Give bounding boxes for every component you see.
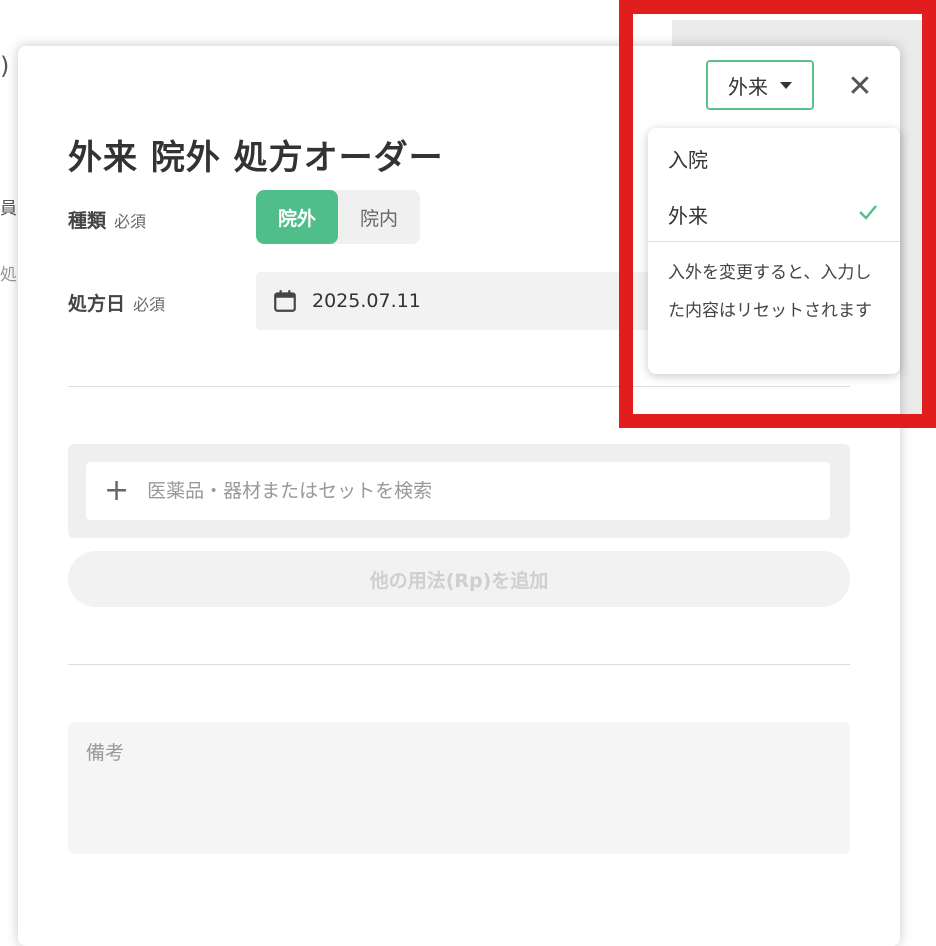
date-label-text: 処方日 <box>68 293 126 315</box>
dropdown-item-inpatient[interactable]: 入院 <box>648 130 900 186</box>
section-divider <box>68 386 850 387</box>
close-button[interactable]: ✕ <box>840 66 880 106</box>
drug-search-box[interactable]: + <box>86 462 830 520</box>
section-divider <box>68 664 850 665</box>
dropdown-item-label: 外来 <box>668 203 708 228</box>
dropdown-item-label: 入院 <box>668 147 708 172</box>
type-segmented-control: 院外 院内 <box>256 190 420 244</box>
background-text-staff: 員 <box>0 199 17 219</box>
calendar-icon <box>274 290 296 312</box>
prescription-date-field[interactable]: 2025.07.11 <box>256 272 666 330</box>
background-text-rx: 処 <box>0 265 17 285</box>
admission-mode-select[interactable]: 外来 <box>706 60 814 110</box>
memo-field[interactable] <box>68 722 850 854</box>
type-option-inside[interactable]: 院内 <box>338 190 420 244</box>
close-icon: ✕ <box>847 68 873 104</box>
type-option-outside[interactable]: 院外 <box>256 190 338 244</box>
type-label-text: 種類 <box>68 210 107 232</box>
type-label: 種類 必須 <box>68 206 146 233</box>
type-required-badge: 必須 <box>114 212 147 231</box>
dropdown-divider <box>648 241 900 242</box>
dropdown-reset-note: 入外を変更すると、入力した内容はリセットされます <box>668 263 872 321</box>
date-value: 2025.07.11 <box>312 290 421 312</box>
page-title: 外来 院外 処方オーダー <box>68 138 444 178</box>
mode-select-value: 外来 <box>728 74 768 99</box>
drug-search-section: + <box>68 444 850 538</box>
admission-mode-dropdown: 入院 外来 入外を変更すると、入力した内容はリセットされます <box>648 128 900 374</box>
background-paren: ) <box>0 52 10 80</box>
add-rp-button[interactable]: 他の用法(Rp)を追加 <box>68 551 850 607</box>
drug-search-input[interactable] <box>145 479 790 503</box>
date-label: 処方日 必須 <box>68 289 165 316</box>
date-required-badge: 必須 <box>133 295 166 314</box>
caret-down-icon <box>780 81 792 89</box>
check-icon <box>859 205 877 220</box>
dropdown-item-outpatient[interactable]: 外来 <box>648 186 900 242</box>
plus-icon: + <box>104 473 130 508</box>
